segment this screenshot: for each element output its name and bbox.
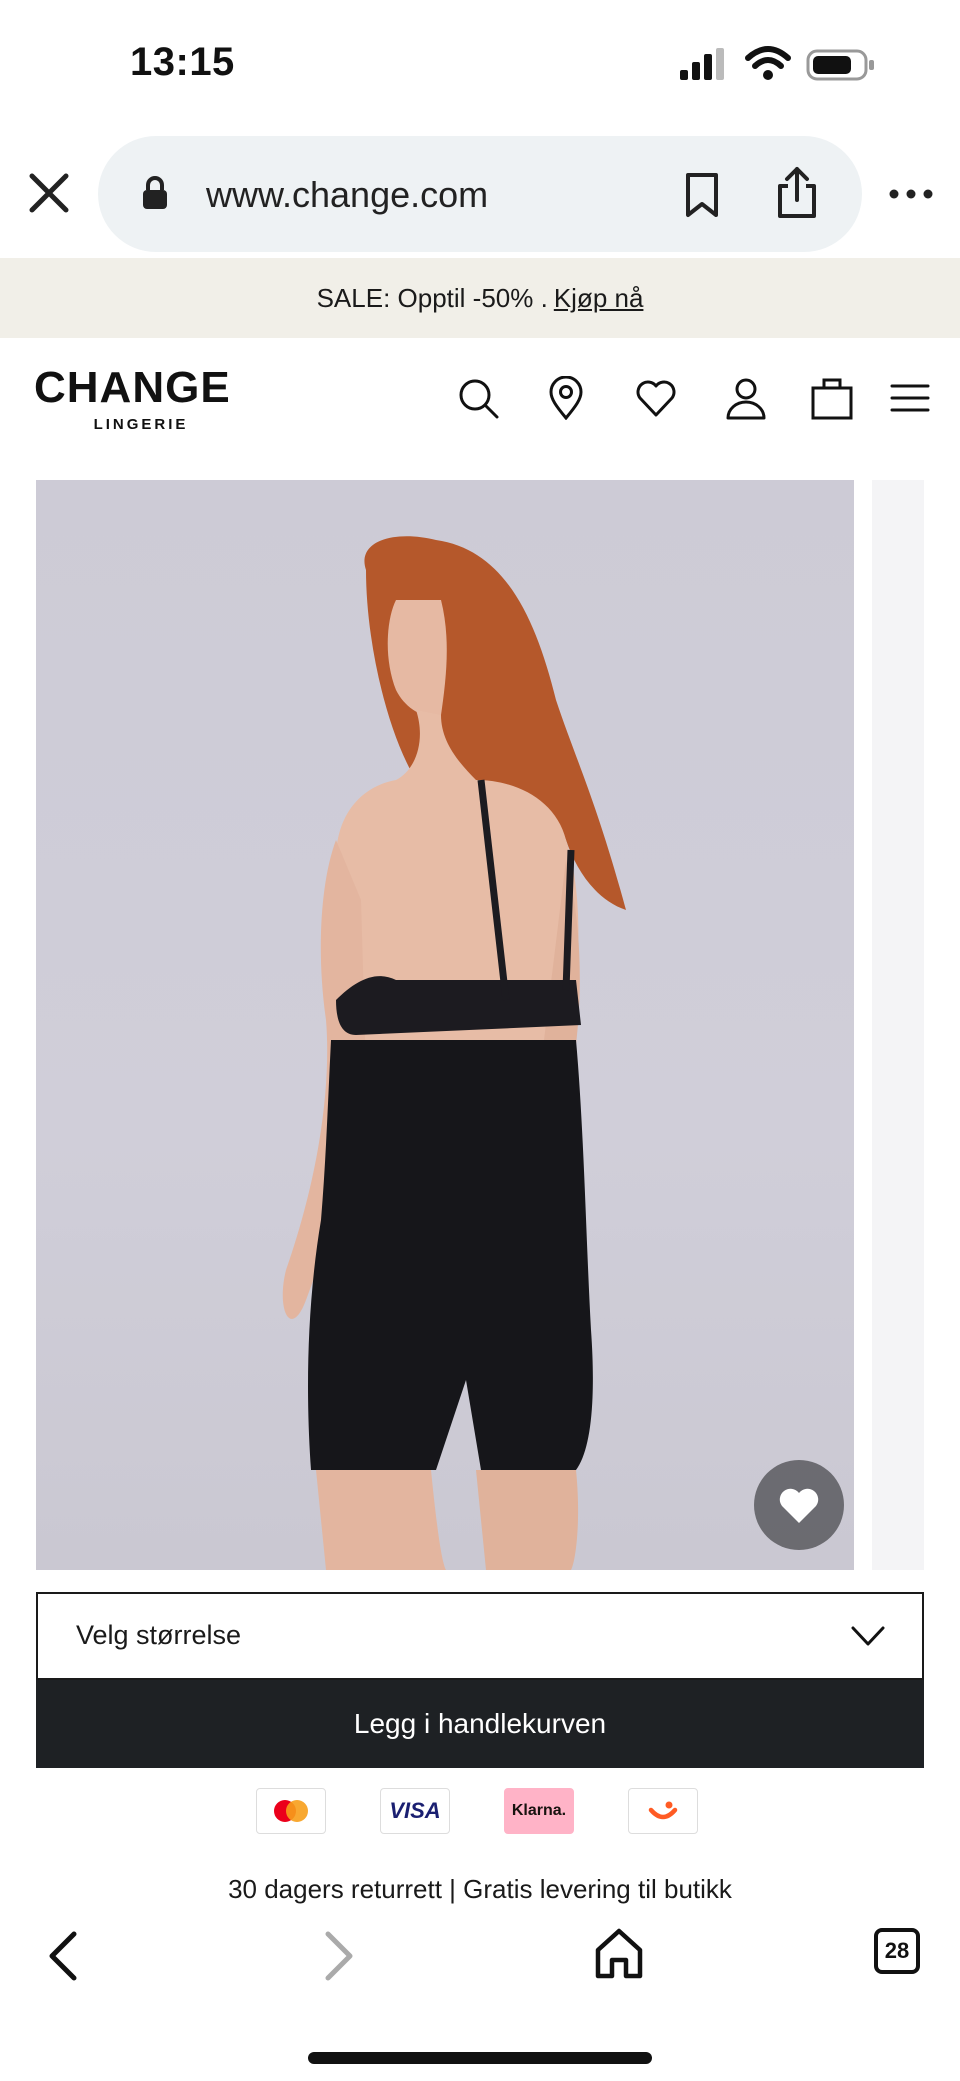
add-to-cart-button[interactable]: Legg i handlekurven bbox=[36, 1680, 924, 1768]
usp-text: 30 dagers returrett | Gratis levering ti… bbox=[228, 1874, 732, 1904]
mastercard-icon bbox=[256, 1788, 326, 1834]
model-photo-illustration bbox=[282, 536, 626, 1570]
size-select-label: Velg størrelse bbox=[76, 1620, 242, 1650]
next-image-preview[interactable] bbox=[872, 480, 924, 1570]
chevron-down-icon bbox=[851, 1626, 885, 1646]
store-locator-icon[interactable] bbox=[544, 376, 588, 420]
cellular-signal-icon bbox=[680, 48, 724, 80]
vipps-icon bbox=[628, 1788, 698, 1834]
sale-banner: SALE: Opptil -50% . Kjøp nå bbox=[0, 258, 960, 338]
browser-bottom-bar: 28 bbox=[0, 1906, 960, 2081]
wishlist-heart-icon[interactable] bbox=[634, 376, 678, 420]
payment-methods: VISA Klarna. bbox=[256, 1788, 704, 1838]
battery-icon bbox=[806, 49, 874, 81]
share-icon[interactable] bbox=[774, 166, 820, 220]
account-icon[interactable] bbox=[724, 376, 768, 420]
brand-logo[interactable]: CHANGE LINGERIE bbox=[34, 363, 248, 434]
tabs-button[interactable]: 28 bbox=[874, 1928, 920, 1974]
status-bar: 13:15 bbox=[0, 0, 960, 130]
logo-subtitle: LINGERIE bbox=[93, 416, 189, 433]
menu-icon[interactable] bbox=[888, 376, 932, 420]
klarna-badge: Klarna. bbox=[504, 1788, 574, 1834]
size-select[interactable]: Velg størrelse bbox=[36, 1592, 924, 1680]
back-arrow-icon[interactable] bbox=[44, 1928, 84, 1984]
product-image[interactable] bbox=[36, 480, 854, 1570]
sale-banner-link[interactable]: Kjøp nå bbox=[554, 283, 644, 314]
forward-arrow-icon[interactable] bbox=[318, 1928, 358, 1984]
wifi-icon bbox=[745, 46, 791, 80]
sale-banner-text: SALE: Opptil -50% . bbox=[316, 282, 548, 313]
address-bar[interactable]: www.change.com bbox=[98, 136, 862, 252]
lock-icon bbox=[143, 176, 167, 209]
status-time: 13:15 bbox=[130, 40, 235, 84]
close-icon[interactable] bbox=[26, 170, 72, 216]
heart-filled-icon bbox=[779, 1488, 819, 1523]
logo-wordmark: CHANGE bbox=[34, 363, 231, 412]
home-icon[interactable] bbox=[592, 1926, 646, 1980]
home-indicator bbox=[308, 2052, 652, 2064]
url-text: www.change.com bbox=[206, 174, 489, 215]
shopping-bag-icon[interactable] bbox=[810, 376, 854, 420]
browser-toolbar: www.change.com bbox=[0, 130, 960, 258]
site-header: CHANGE LINGERIE bbox=[0, 338, 960, 468]
more-options-icon[interactable] bbox=[886, 184, 936, 204]
visa-badge: VISA bbox=[380, 1788, 450, 1834]
bookmark-icon[interactable] bbox=[682, 172, 722, 218]
search-icon[interactable] bbox=[456, 376, 500, 420]
add-to-wishlist-button[interactable] bbox=[754, 1460, 844, 1550]
